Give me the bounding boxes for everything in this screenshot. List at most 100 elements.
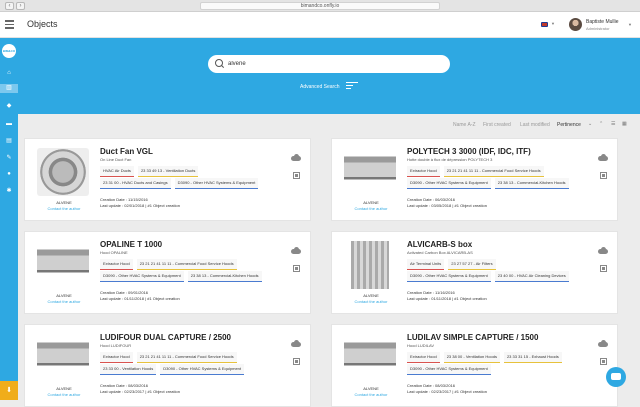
last-update: Last update : 02/01/2018 | #1 Object cre… — [100, 203, 180, 208]
gear-icon[interactable]: ✱ — [3, 187, 15, 196]
download-icon[interactable]: ⬇ — [0, 381, 18, 400]
contact-author-link[interactable]: Contact the author — [338, 299, 404, 304]
tag: 23 40 00 - HVAC Air Cleaning Devices — [494, 271, 569, 282]
object-card[interactable]: ALVENE Contact the author Duct Fan VGL O… — [24, 138, 311, 221]
cube-icon[interactable]: ◆ — [3, 102, 15, 111]
classification-tags: Extractor Hood 23 38 00 - Ventilation Hoo… — [407, 352, 592, 376]
product-image[interactable] — [37, 241, 89, 289]
contact-author-link[interactable]: Contact the author — [338, 392, 404, 397]
document-icon[interactable]: ▤ — [3, 137, 15, 146]
copy-icon[interactable] — [293, 265, 300, 272]
object-title[interactable]: LUDILAV SIMPLE CAPTURE / 1500 — [407, 333, 538, 342]
tag: 23 33 00 - Ventilation Hoods — [100, 364, 157, 375]
user-role: Administrator — [586, 26, 610, 31]
tag: 23 38 00 - Ventilation Hoods — [443, 352, 500, 363]
grid-view-icon[interactable]: ▦ — [622, 121, 627, 127]
cloud-download-icon[interactable] — [291, 247, 301, 255]
sidebar: BIM&CO ⌂ ▥ ◆ ▬ ▤ ✎ ● ✱ ⬇ — [0, 38, 18, 400]
chevron-up-icon[interactable]: ⌃ — [599, 121, 603, 127]
cloud-download-icon[interactable] — [598, 247, 608, 255]
home-icon[interactable]: ⌂ — [3, 69, 15, 78]
product-image[interactable] — [37, 148, 89, 196]
cloud-download-icon[interactable] — [291, 340, 301, 348]
product-image[interactable] — [344, 334, 396, 382]
tag: Extractor Hood — [100, 352, 133, 363]
vendor-name: ALVENE — [56, 386, 72, 391]
tag: 23 31 00 - HVAC Ducts and Casings — [100, 178, 171, 189]
tag: 23 33 31 15 - Exhaust Hoods — [503, 352, 562, 363]
tag: Extractor Hood — [100, 259, 133, 270]
last-update: Last update : 03/05/2018 | #1 Object cre… — [407, 203, 487, 208]
object-subtitle: Activated Carbon Box ALVICARB-AS — [407, 250, 473, 255]
menu-icon[interactable] — [5, 20, 14, 31]
user-name[interactable]: Baptiste Mullie — [586, 19, 619, 25]
object-subtitle: Hood LUDILAV — [407, 343, 435, 348]
copy-icon[interactable] — [293, 358, 300, 365]
search-box[interactable] — [208, 55, 450, 73]
tag: D3090 - Other HVAC Systems & Equipment — [407, 364, 491, 375]
app-header: Objects ▼ Baptiste Mullie Administrator … — [0, 12, 640, 38]
edit-icon[interactable]: ✎ — [3, 154, 15, 163]
address-bar[interactable]: bimandco.onfly.io — [200, 2, 440, 10]
object-subtitle: On Line Duct Fan — [100, 157, 132, 162]
vendor-name: ALVENE — [363, 386, 379, 391]
search-icon — [215, 59, 223, 67]
advanced-search-link[interactable]: Advanced Search — [300, 84, 339, 90]
cloud-download-icon[interactable] — [291, 154, 301, 162]
vendor-name: ALVENE — [363, 200, 379, 205]
tag: 23 38 13 - Commercial-Kitchen Hoods — [494, 178, 569, 189]
search-banner: Advanced Search — [18, 38, 640, 114]
copy-icon[interactable] — [600, 265, 607, 272]
copy-icon[interactable] — [600, 172, 607, 179]
contact-author-link[interactable]: Contact the author — [31, 206, 97, 211]
contact-author-link[interactable]: Contact the author — [31, 299, 97, 304]
sort-pertinence[interactable]: Pertinence — [557, 122, 581, 128]
brand-logo[interactable]: BIM&CO — [2, 44, 16, 58]
object-title[interactable]: Duct Fan VGL — [100, 147, 153, 156]
creation-date: Creation Date : 11/16/2016 — [407, 290, 455, 295]
contact-author-link[interactable]: Contact the author — [338, 206, 404, 211]
sort-last-modified[interactable]: Last modified — [520, 122, 550, 128]
chevron-down-icon[interactable]: ⌄ — [588, 121, 592, 127]
product-image[interactable] — [344, 241, 396, 289]
object-card[interactable]: ALVENE Contact the author LUDILAV SIMPLE… — [331, 324, 618, 407]
product-image[interactable] — [37, 334, 89, 382]
cloud-download-icon[interactable] — [598, 340, 608, 348]
last-update: Last update : 02/23/2017 | #1 Object cre… — [407, 389, 487, 394]
folder-icon[interactable]: ▬ — [3, 120, 15, 129]
object-card[interactable]: ALVENE Contact the author LUDIFOUR DUAL … — [24, 324, 311, 407]
back-button[interactable]: ‹ — [5, 2, 14, 10]
chevron-down-icon[interactable]: ▼ — [551, 21, 555, 26]
object-card[interactable]: ALVENE Contact the author OPALINE T 1000… — [24, 231, 311, 314]
filter-icon[interactable] — [346, 82, 358, 92]
object-title[interactable]: POLYTECH 3 3000 (IDF, IDC, ITF) — [407, 147, 531, 156]
sort-first-created[interactable]: First created — [483, 122, 511, 128]
last-update: Last update : 01/11/2018 | #1 Object cre… — [407, 296, 487, 301]
search-input[interactable] — [228, 58, 438, 70]
chat-bubble-icon[interactable] — [606, 367, 626, 387]
tag: Extractor Hood — [407, 166, 440, 177]
object-card[interactable]: ALVENE Contact the author ALVICARB-S box… — [331, 231, 618, 314]
copy-icon[interactable] — [600, 358, 607, 365]
product-image[interactable] — [344, 148, 396, 196]
vendor-name: ALVENE — [56, 293, 72, 298]
tag: HVAC Air Ducts — [100, 166, 134, 177]
copy-icon[interactable] — [293, 172, 300, 179]
object-card[interactable]: ALVENE Contact the author POLYTECH 3 300… — [331, 138, 618, 221]
uk-flag-icon[interactable] — [541, 22, 548, 27]
contact-author-link[interactable]: Contact the author — [31, 392, 97, 397]
sort-name-az[interactable]: Name A-Z — [453, 122, 476, 128]
buildings-icon[interactable]: ▥ — [0, 84, 18, 93]
forward-button[interactable]: › — [16, 2, 25, 10]
object-title[interactable]: OPALINE T 1000 — [100, 240, 162, 249]
object-title[interactable]: ALVICARB-S box — [407, 240, 472, 249]
object-title[interactable]: LUDIFOUR DUAL CAPTURE / 2500 — [100, 333, 231, 342]
list-view-icon[interactable]: ☰ — [611, 121, 615, 127]
classification-tags: Extractor Hood 23 21 21 41 11 11 - Commer… — [100, 352, 285, 376]
chevron-down-icon[interactable]: ▼ — [628, 22, 632, 27]
tag: D3090 - Other HVAC Systems & Equipment — [407, 178, 491, 189]
avatar[interactable] — [569, 18, 582, 31]
cloud-download-icon[interactable] — [598, 154, 608, 162]
tag: D3090 - Other HVAC Systems & Equipment — [407, 271, 491, 282]
chat-icon[interactable]: ● — [3, 170, 15, 179]
